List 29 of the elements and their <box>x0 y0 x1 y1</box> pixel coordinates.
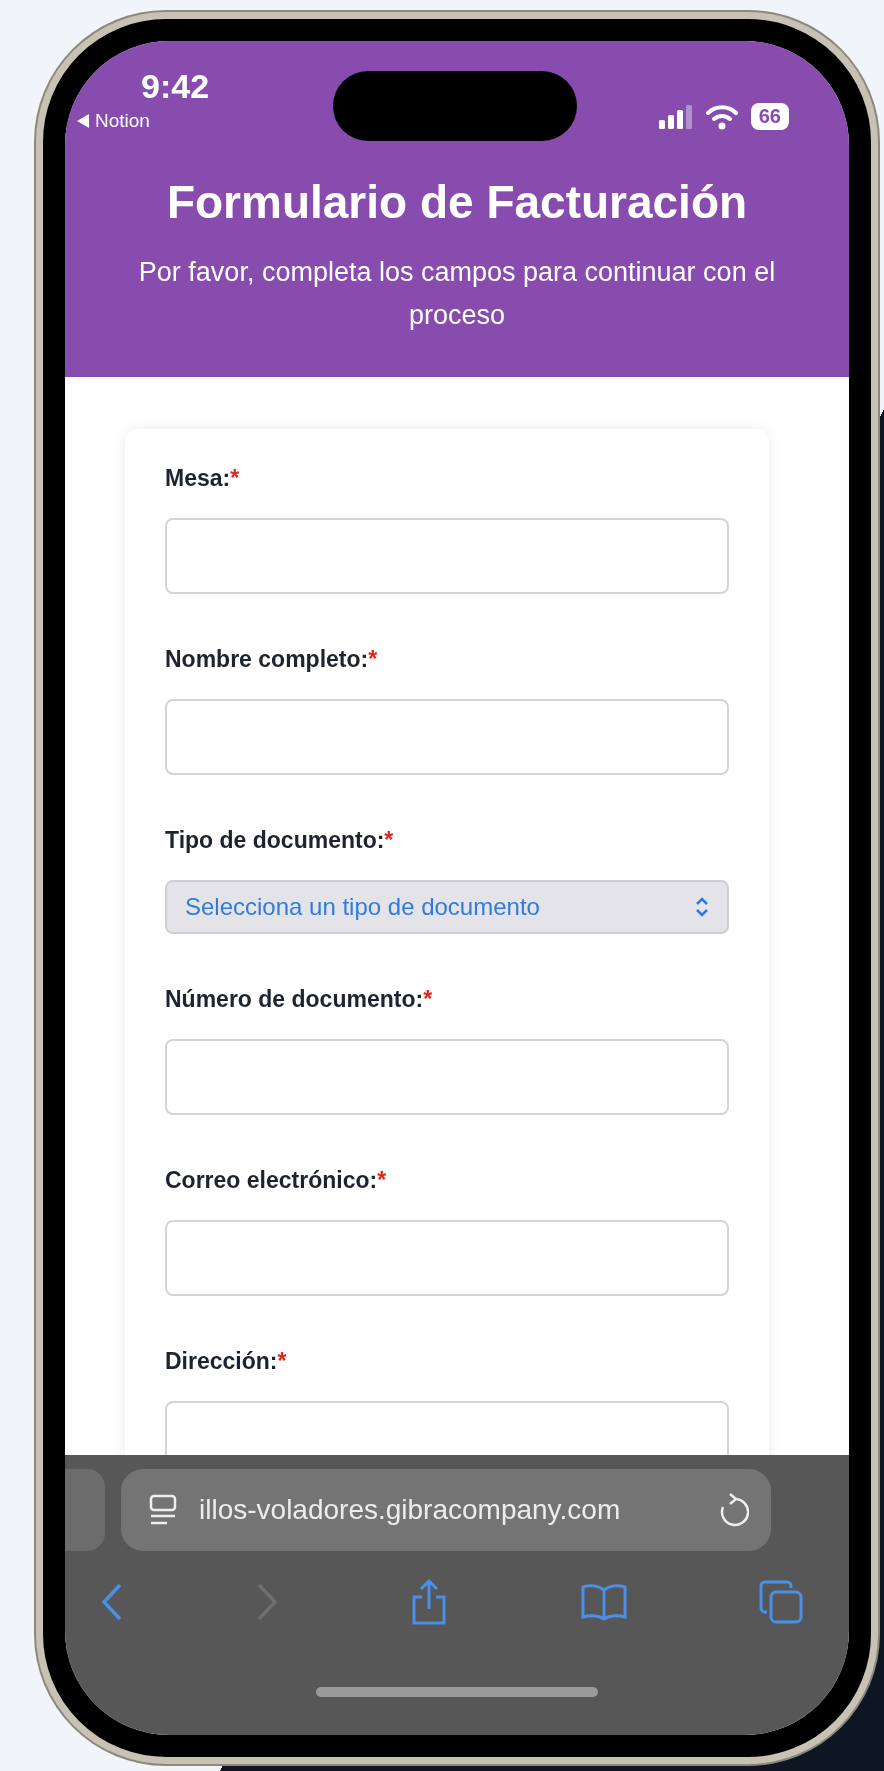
battery-level: 66 <box>750 103 789 130</box>
page-menu-icon <box>149 1494 177 1526</box>
triangle-icon <box>77 114 89 128</box>
updown-chevron-icon <box>695 896 709 919</box>
input-field[interactable] <box>165 1401 729 1455</box>
field-label: Tipo de documento:* <box>165 827 395 855</box>
form-title: Formulario de Facturación <box>165 175 749 229</box>
input-field[interactable] <box>165 699 729 776</box>
wifi-icon <box>704 103 739 130</box>
tabs-icon <box>759 1580 803 1624</box>
back-to-app-link[interactable]: Notion <box>77 110 150 132</box>
back-chevron-icon <box>101 1582 123 1622</box>
signal-icon <box>658 104 693 129</box>
field-label: Número de documento:* <box>165 986 434 1014</box>
input-field[interactable] <box>165 518 729 595</box>
field-label: Nombre completo:* <box>165 646 379 674</box>
field-label: Correo electrónico:* <box>165 1167 388 1195</box>
input-field[interactable] <box>165 1039 729 1116</box>
input-field[interactable] <box>165 1220 729 1297</box>
url-text: illos-voladores.gibracompany.com <box>199 1494 622 1526</box>
field-label: Dirección:* <box>165 1348 288 1376</box>
field-label: Mesa:* <box>165 465 241 493</box>
form-subtitle: Por favor, completa los campos para continuar con el proceso <box>137 256 777 333</box>
share-icon <box>410 1579 448 1625</box>
select-field[interactable]: Selecciona un tipo de documento <box>165 880 729 935</box>
address-bar[interactable]: illos-voladores.gibracompany.com <box>121 1469 771 1551</box>
book-icon <box>580 1583 627 1621</box>
forward-chevron-icon <box>255 1582 278 1622</box>
status-time: 9:42 <box>141 67 210 106</box>
